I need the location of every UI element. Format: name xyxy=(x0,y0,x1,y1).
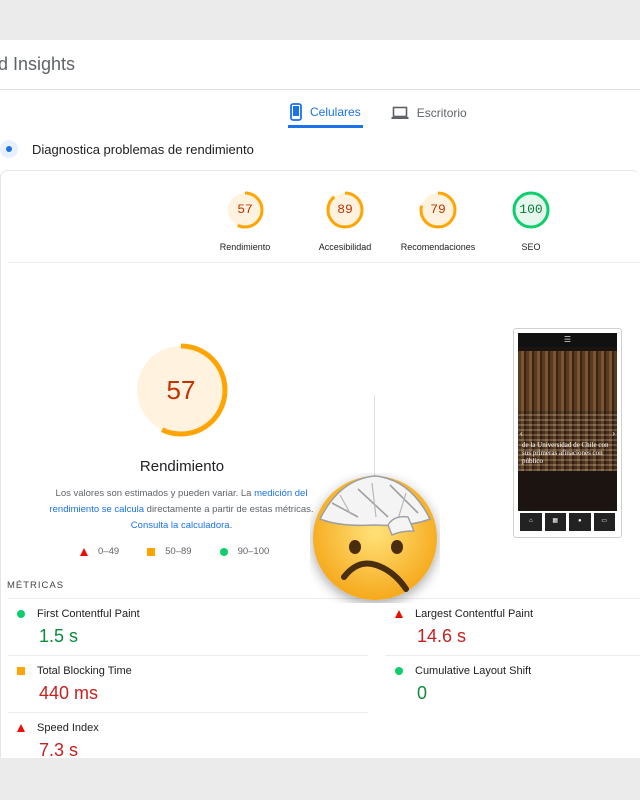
metric-tbt: Total Blocking Time 440 ms xyxy=(17,665,247,704)
tab-mobile[interactable]: Celulares xyxy=(288,98,363,128)
screenshot-nav: ⌂ ▦ ● ▭ xyxy=(518,511,617,533)
metric-name: Cumulative Layout Shift xyxy=(415,665,532,677)
page-title: d Insights xyxy=(0,54,76,74)
metric-fcp: First Contentful Paint 1.5 s xyxy=(17,608,247,647)
square-icon xyxy=(147,547,156,556)
fail-icon xyxy=(395,610,403,618)
metric-speed-index: Speed Index 7.3 s xyxy=(17,722,247,758)
score-legend: 0–49 50–89 90–100 xyxy=(80,546,269,557)
calculator-link[interactable]: Consulta la calculadora xyxy=(131,520,230,531)
gauge-performance[interactable]: 57 Rendimiento xyxy=(195,190,295,252)
screenshot-body-text xyxy=(522,473,613,503)
metric-value: 1.5 s xyxy=(39,626,79,646)
gauge-score: 89 xyxy=(337,202,353,217)
metric-name: First Contentful Paint xyxy=(37,608,140,620)
face-with-head-bandage-icon xyxy=(310,473,440,603)
gauge-score: 100 xyxy=(519,202,543,217)
page-screenshot: ☰ ‹ › de la Universidad de Chile con sus… xyxy=(513,328,622,538)
divider xyxy=(8,262,640,263)
desc-text: Los valores son estimados y pueden varia… xyxy=(55,488,255,499)
metric-value: 440 ms xyxy=(39,683,99,703)
average-icon xyxy=(17,667,25,675)
tab-mobile-label: Celulares xyxy=(310,104,361,119)
circle-icon xyxy=(219,547,228,556)
gauge-best-practices[interactable]: 79 Recomendaciones xyxy=(395,190,481,252)
performance-gauge: 57 xyxy=(133,342,229,438)
pass-icon xyxy=(395,667,403,675)
legend-range: 0–49 xyxy=(98,546,120,557)
metric-cls: Cumulative Layout Shift 0 xyxy=(395,665,625,704)
laptop-icon xyxy=(391,106,409,120)
calendar-icon: ▦ xyxy=(544,513,566,531)
gauge-label: Accesibilidad xyxy=(318,242,372,252)
performance-description: Los valores son estimados y pueden varia… xyxy=(44,486,319,534)
gauge-label: Recomendaciones xyxy=(400,242,476,252)
gauge-seo[interactable]: 100 SEO xyxy=(481,190,581,252)
legend-range: 90–100 xyxy=(237,546,270,557)
metrics-heading: MÉTRICAS xyxy=(7,580,65,591)
legend-pass: 90–100 xyxy=(219,546,270,557)
screenshot-caption: de la Universidad de Chile con sus prime… xyxy=(522,441,609,465)
gauge-label: SEO xyxy=(521,242,541,252)
performance-score: 57 xyxy=(166,375,196,405)
legend-average: 50–89 xyxy=(147,546,192,557)
diagnostic-heading: Diagnostica problemas de rendimiento xyxy=(0,140,254,158)
page-header: d Insights xyxy=(0,40,640,90)
ticket-icon: ▭ xyxy=(593,513,615,531)
fail-icon xyxy=(17,724,25,732)
diagnostic-label: Diagnostica problemas de rendimiento xyxy=(32,141,254,157)
divider xyxy=(385,655,640,656)
tab-desktop[interactable]: Escritorio xyxy=(389,98,469,128)
triangle-icon xyxy=(80,547,88,556)
desc-text: directamente a partir de estas métricas. xyxy=(144,504,314,515)
desc-text: . xyxy=(229,520,233,531)
category-gauges: 57 Rendimiento 89 Accesibilidad 79 Recom… xyxy=(195,190,581,252)
performance-title: Rendimiento xyxy=(139,458,225,475)
legend-fail: 0–49 xyxy=(80,546,119,557)
metric-name: Total Blocking Time xyxy=(37,665,132,677)
gauge-accessibility[interactable]: 89 Accesibilidad xyxy=(295,190,395,252)
gauge-score: 79 xyxy=(430,202,446,217)
metric-value: 14.6 s xyxy=(417,626,467,646)
phone-icon xyxy=(290,102,302,121)
chevron-left-icon: ‹ xyxy=(520,429,523,438)
gauge-score: 57 xyxy=(237,202,253,217)
divider xyxy=(8,712,368,713)
home-icon: ⌂ xyxy=(520,513,542,531)
tab-desktop-label: Escritorio xyxy=(416,106,467,120)
device-tabs: Celulares Escritorio xyxy=(288,98,469,128)
metric-value: 7.3 s xyxy=(39,740,79,758)
pagespeed-sheet: d Insights Celulares Escritorio Diagnost… xyxy=(0,40,640,758)
legend-range: 50–89 xyxy=(165,546,192,557)
diagnostic-icon xyxy=(0,140,18,158)
menu-icon: ☰ xyxy=(518,333,617,347)
divider xyxy=(8,655,368,656)
chevron-right-icon: › xyxy=(612,429,615,438)
metric-name: Largest Contentful Paint xyxy=(415,608,534,620)
gauge-label: Rendimiento xyxy=(219,242,271,252)
mic-icon: ● xyxy=(569,513,591,531)
pass-icon xyxy=(17,610,25,618)
metric-value: 0 xyxy=(417,683,428,703)
metric-name: Speed Index xyxy=(37,722,99,734)
metric-lcp: Largest Contentful Paint 14.6 s xyxy=(395,608,625,647)
